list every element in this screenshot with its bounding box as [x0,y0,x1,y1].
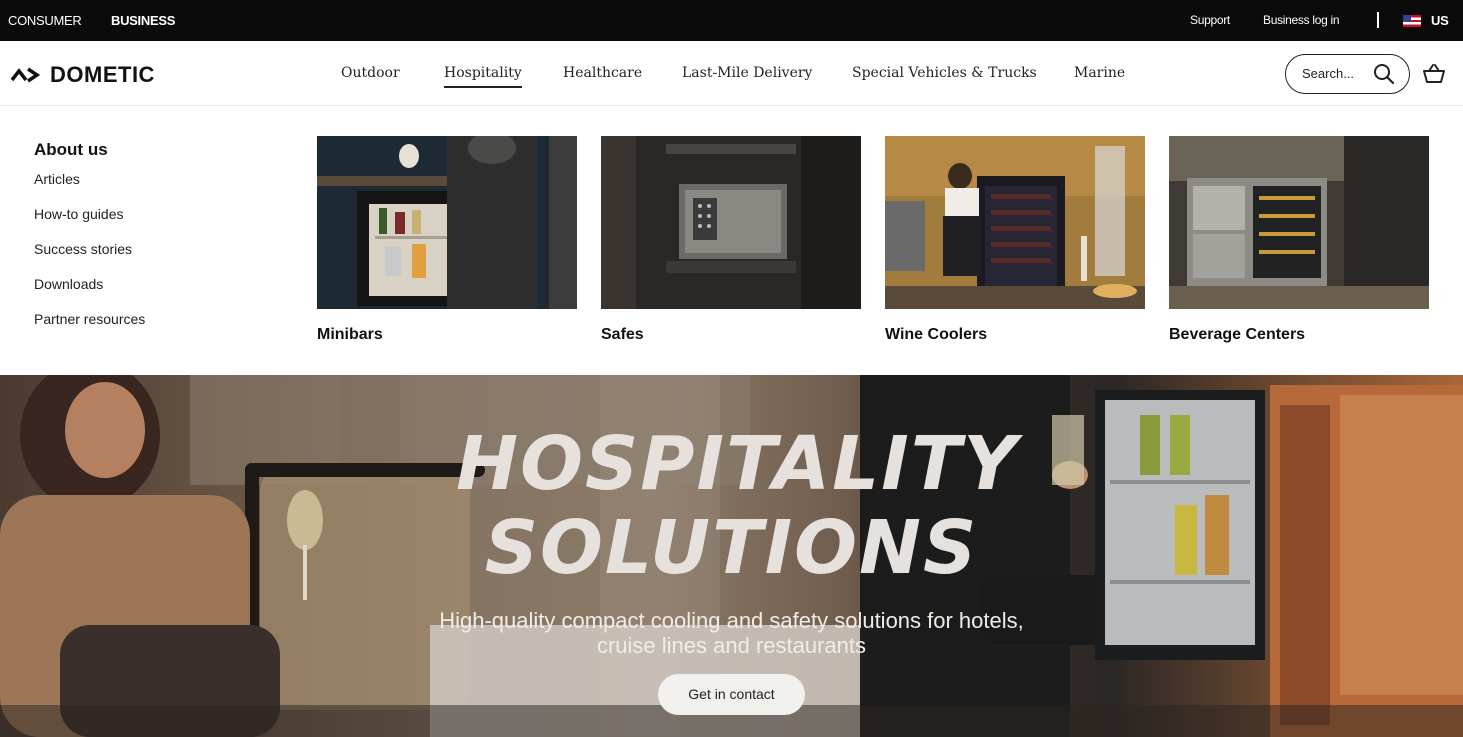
search-icon[interactable] [1372,62,1396,86]
beverage-centers-card[interactable]: Beverage Centers [1169,136,1429,344]
articles-link[interactable]: Articles [34,170,145,205]
minibars-card[interactable]: Minibars [317,136,577,344]
business-login-link[interactable]: Business log in [1263,13,1340,27]
minibars-image[interactable] [317,136,577,309]
wine-cooler-illustration [885,136,1145,309]
dometic-logo[interactable]: DOMETIC [10,62,155,88]
beverage-centers-label[interactable]: Beverage Centers [1169,326,1429,344]
get-in-contact-button[interactable]: Get in contact [658,674,805,715]
hospitality-mega-menu: About us Articles How-to guides Success … [0,107,1463,375]
business-link[interactable]: BUSINESS [111,13,175,28]
consumer-link[interactable]: CONSUMER [8,13,82,28]
dometic-logo-mark-icon [10,67,41,83]
logo-text: DOMETIC [50,62,155,87]
hero-title-line2: SOLUTIONS [484,505,979,591]
topbar-divider [1377,12,1379,28]
wine-coolers-card[interactable]: Wine Coolers [885,136,1145,344]
support-link[interactable]: Support [1190,13,1230,27]
minibars-label[interactable]: Minibars [317,326,577,344]
nav-last-mile-delivery[interactable]: Last-Mile Delivery [682,65,812,81]
downloads-link[interactable]: Downloads [34,275,145,310]
wine-coolers-label[interactable]: Wine Coolers [885,326,1145,344]
basket-icon[interactable] [1422,63,1446,85]
hero-subtitle-line1: High-quality compact cooling and safety … [439,608,1024,633]
about-us-links: About us Articles How-to guides Success … [34,140,145,345]
success-stories-link[interactable]: Success stories [34,240,145,275]
about-us-heading[interactable]: About us [34,140,145,160]
nav-healthcare[interactable]: Healthcare [563,65,642,81]
minibar-illustration [317,136,577,309]
how-to-guides-link[interactable]: How-to guides [34,205,145,240]
safes-image[interactable] [601,136,861,309]
nav-special-vehicles-trucks[interactable]: Special Vehicles & Trucks [852,65,1037,81]
search-input[interactable] [1302,66,1372,81]
nav-marine[interactable]: Marine [1074,65,1125,81]
search-box[interactable] [1285,54,1410,94]
hero-subtitle-line2: cruise lines and restaurants [596,633,867,658]
wine-coolers-image[interactable] [885,136,1145,309]
us-flag-icon[interactable] [1403,15,1421,27]
beverage-centers-image[interactable] [1169,136,1429,309]
nav-outdoor[interactable]: Outdoor [341,65,400,81]
hero-banner: HOSPITALITY SOLUTIONS High-quality compa… [0,375,1463,737]
top-bar: CONSUMER BUSINESS Support Business log i… [0,0,1463,41]
safes-label[interactable]: Safes [601,326,861,344]
safe-illustration [601,136,861,309]
safes-card[interactable]: Safes [601,136,861,344]
beverage-center-illustration [1169,136,1429,309]
main-navigation: DOMETIC Outdoor Hospitality Healthcare L… [0,41,1463,106]
hero-title-line1: HOSPITALITY [456,421,1019,507]
country-selector[interactable]: US [1431,13,1449,28]
nav-hospitality[interactable]: Hospitality [444,65,522,88]
partner-resources-link[interactable]: Partner resources [34,310,145,345]
